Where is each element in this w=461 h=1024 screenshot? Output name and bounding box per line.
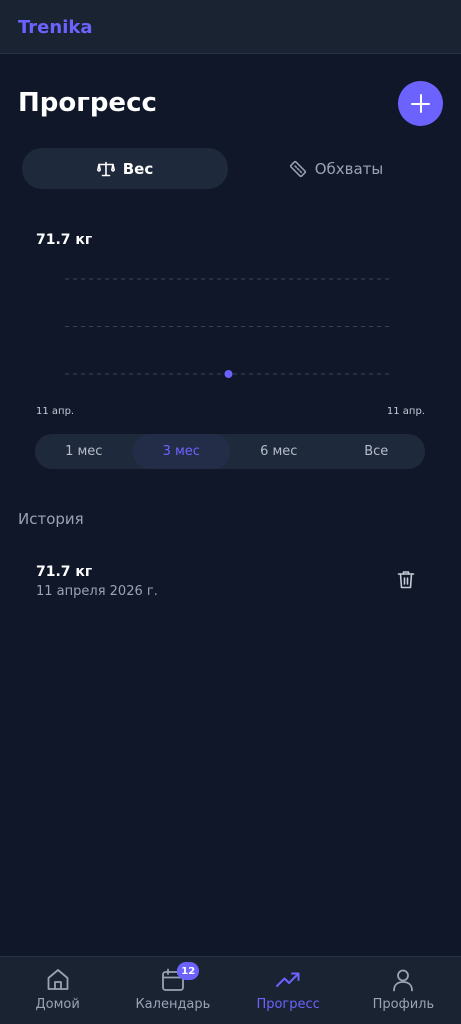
nav-progress-label: Прогресс: [256, 997, 320, 1012]
calendar-badge: 12: [177, 962, 200, 980]
history-heading: История: [18, 510, 84, 528]
weight-chart: [65, 278, 392, 378]
period-option-all[interactable]: Все: [328, 434, 426, 469]
tab-weight-label: Вес: [122, 159, 154, 178]
page-title: Прогресс: [18, 88, 157, 118]
x-tick-label-start: 11 апр.: [36, 406, 75, 417]
period-selector: 1 мес 3 мес 6 мес Все: [35, 434, 425, 469]
bottom-navigation: Домой 12 Календарь Прогресс Профиль: [0, 956, 461, 1024]
nav-item-progress[interactable]: Прогресс: [231, 957, 346, 1024]
trending-up-icon: [276, 972, 300, 987]
nav-item-profile[interactable]: Профиль: [346, 957, 461, 1024]
nav-home-label: Домой: [35, 997, 80, 1012]
period-option-1m[interactable]: 1 мес: [35, 434, 133, 469]
user-icon: [393, 969, 414, 992]
scale-icon: [96, 161, 115, 176]
nav-item-calendar[interactable]: 12 Календарь: [115, 957, 230, 1024]
chart-current-value: 71.7 кг: [36, 232, 93, 248]
nav-item-home[interactable]: Домой: [0, 957, 115, 1024]
nav-profile-label: Профиль: [372, 997, 435, 1012]
chart-point[interactable]: [224, 370, 233, 378]
home-icon: [47, 969, 69, 990]
period-option-3m[interactable]: 3 мес: [132, 434, 230, 469]
x-tick-label-end: 11 апр.: [386, 406, 425, 417]
period-option-6m[interactable]: 6 мес: [230, 434, 328, 469]
tab-weight[interactable]: Вес: [22, 148, 228, 189]
ruler-icon: [289, 160, 306, 177]
history-entry-date: 11 апреля 2026 г.: [36, 584, 158, 599]
top-bar: Trenika: [0, 0, 461, 54]
app-logo[interactable]: Trenika: [18, 17, 93, 38]
add-measurement-button[interactable]: [398, 81, 443, 126]
nav-calendar-label: Календарь: [135, 997, 211, 1012]
trash-icon[interactable]: [397, 570, 415, 589]
tab-measurements[interactable]: Обхваты: [233, 148, 439, 189]
tab-measurements-label: Обхваты: [314, 159, 384, 178]
history-entry-value: 71.7 кг: [36, 564, 93, 580]
